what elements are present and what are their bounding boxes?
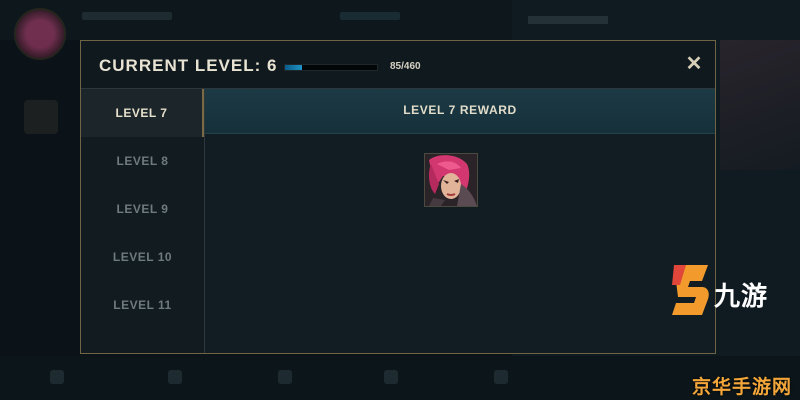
watermark-site: 京华手游网 <box>692 376 793 398</box>
reward-content: LEVEL 7 REWARD <box>205 89 715 353</box>
nav-icon <box>168 370 182 384</box>
activity-card <box>720 40 800 170</box>
modal-header: CURRENT LEVEL: 6 85/460 ✕ <box>81 41 715 89</box>
nav-icon <box>278 370 292 384</box>
champion-portrait-art <box>425 154 477 206</box>
activity-panel-title <box>528 16 608 24</box>
client-bottom-nav <box>0 356 800 400</box>
level-rewards-modal: CURRENT LEVEL: 6 85/460 ✕ LEVEL 7 LEVEL … <box>80 40 716 354</box>
current-level-title: CURRENT LEVEL: 6 <box>99 56 278 75</box>
level-tabs: LEVEL 7 LEVEL 8 LEVEL 9 LEVEL 10 LEVEL 1… <box>81 89 205 353</box>
currency-placeholder <box>340 12 400 20</box>
xp-progress-bar <box>284 64 378 71</box>
jiuyou-logo-icon <box>672 265 709 315</box>
tab-level-8[interactable]: LEVEL 8 <box>81 137 204 185</box>
tab-level-9[interactable]: LEVEL 9 <box>81 185 204 233</box>
reward-title: LEVEL 7 REWARD <box>403 103 517 117</box>
profile-avatar <box>14 8 66 60</box>
nav-icon <box>384 370 398 384</box>
nav-icon <box>494 370 508 384</box>
nav-icon <box>50 370 64 384</box>
tab-level-7[interactable]: LEVEL 7 <box>81 89 204 137</box>
close-icon[interactable]: ✕ <box>684 54 704 74</box>
watermark-brand: 九游 <box>714 282 769 312</box>
xp-progress-fill <box>285 65 302 70</box>
summoner-name-placeholder <box>82 12 172 20</box>
tab-level-11[interactable]: LEVEL 11 <box>81 281 204 329</box>
tab-level-10[interactable]: LEVEL 10 <box>81 233 204 281</box>
xp-progress-text: 85/460 <box>390 61 421 72</box>
champion-portrait-icon[interactable] <box>424 153 478 207</box>
reward-header: LEVEL 7 REWARD <box>205 89 715 134</box>
side-nav-icon <box>24 100 58 134</box>
